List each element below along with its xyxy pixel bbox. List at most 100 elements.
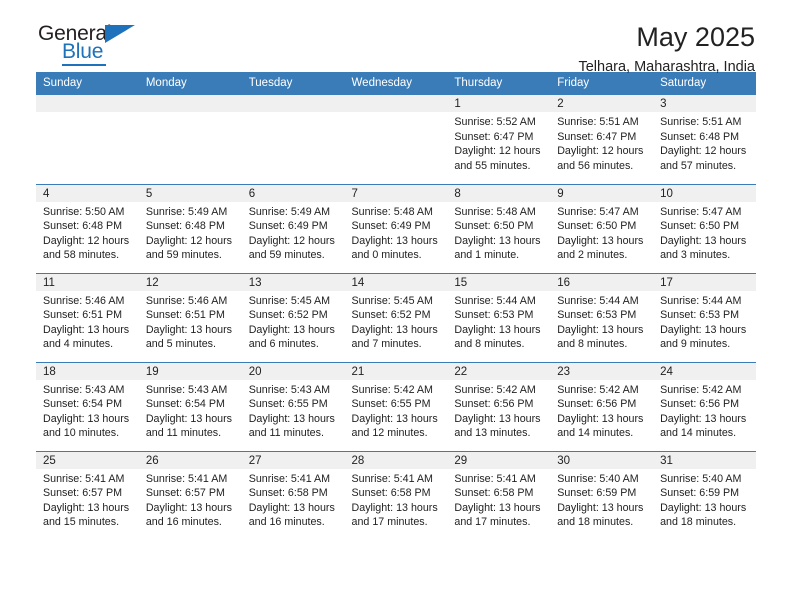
daylight-text: and 0 minutes. — [351, 249, 422, 262]
sunrise-text: Sunrise: 5:52 AM — [454, 116, 536, 128]
calendar-day-cell[interactable]: 3 Sunrise: 5:51 AM Sunset: 6:48 PM Daylight… — [653, 95, 756, 184]
calendar-day-cell[interactable]: 28 Sunrise: 5:41 AM Sunset: 6:58 PM Dayligh… — [344, 450, 448, 540]
calendar-week-row: 1 Sunrise: 5:52 AM Sunset: 6:47 PM Daylight… — [36, 95, 756, 184]
daylight-text: and 10 minutes. — [43, 427, 120, 440]
calendar-day-cell[interactable]: 23 Sunrise: 5:42 AM Sunset: 6:56 PM Dayligh… — [550, 361, 654, 451]
sunset-text: Sunset: 6:55 PM — [248, 398, 328, 411]
sunrise-text: Sunrise: 5:45 AM — [248, 294, 331, 307]
sunrise-text: Sunrise: 5:48 AM — [454, 205, 536, 218]
sunset-text: Sunset: 6:47 PM — [557, 130, 637, 143]
day-number — [138, 95, 242, 112]
day-number: 24 — [653, 362, 756, 380]
calendar-day-cell[interactable]: 6 Sunrise: 5:49 AM Sunset: 6:49 PM Daylight… — [241, 183, 345, 273]
calendar-day-cell[interactable]: 26 Sunrise: 5:41 AM Sunset: 6:57 PM Dayligh… — [138, 450, 242, 540]
daylight-text: Daylight: 13 hours — [660, 501, 747, 514]
sunrise-text: Sunrise: 5:42 AM — [557, 383, 639, 396]
day-details: Sunrise: 5:51 AM Sunset: 6:47 PM Daylight:… — [550, 112, 653, 173]
calendar-day-cell[interactable]: 9 Sunrise: 5:47 AM Sunset: 6:50 PM Daylight… — [550, 183, 654, 273]
day-details: Sunrise: 5:47 AM Sunset: 6:50 PM Daylight:… — [550, 202, 653, 263]
calendar-day-cell[interactable]: 11 Sunrise: 5:46 AM Sunset: 6:51 PM Dayligh… — [36, 272, 139, 362]
sunset-text: Sunset: 6:49 PM — [351, 220, 431, 233]
sunset-text: Sunset: 6:54 PM — [43, 398, 123, 411]
calendar-day-cell[interactable]: 24 Sunrise: 5:42 AM Sunset: 6:56 PM Dayligh… — [653, 361, 756, 451]
daylight-text: and 59 minutes. — [248, 249, 325, 262]
sunset-text: Sunset: 6:57 PM — [145, 487, 225, 500]
calendar-day-cell[interactable]: 17 Sunrise: 5:44 AM Sunset: 6:53 PM Dayligh… — [653, 272, 756, 362]
weekday-header-sunday: Sunday — [36, 72, 139, 95]
calendar-day-cell[interactable]: 5 Sunrise: 5:49 AM Sunset: 6:48 PM Daylight… — [138, 183, 242, 273]
general-blue-logo[interactable]: General Blue — [36, 22, 156, 70]
calendar-day-cell[interactable]: 2 Sunrise: 5:51 AM Sunset: 6:47 PM Daylight… — [550, 95, 654, 184]
calendar-day-cell[interactable]: 18 Sunrise: 5:43 AM Sunset: 6:54 PM Dayligh… — [36, 361, 139, 451]
day-details: Sunrise: 5:52 AM Sunset: 6:47 PM Daylight:… — [447, 112, 550, 173]
daylight-text: and 4 minutes. — [43, 338, 114, 351]
calendar-day-cell[interactable]: 27 Sunrise: 5:41 AM Sunset: 6:58 PM Dayligh… — [241, 450, 345, 540]
calendar-day-cell[interactable]: 20 Sunrise: 5:43 AM Sunset: 6:55 PM Dayligh… — [241, 361, 345, 451]
calendar-day-cell[interactable]: 1 Sunrise: 5:52 AM Sunset: 6:47 PM Daylight… — [447, 95, 551, 184]
day-number: 23 — [550, 362, 654, 380]
sunrise-text: Sunrise: 5:50 AM — [43, 205, 125, 218]
calendar-day-cell[interactable]: 29 Sunrise: 5:41 AM Sunset: 6:58 PM Dayligh… — [447, 450, 551, 540]
sunrise-text: Sunrise: 5:46 AM — [43, 294, 125, 307]
daylight-text: and 11 minutes. — [248, 427, 324, 440]
day-details: Sunrise: 5:41 AM Sunset: 6:58 PM Daylight:… — [447, 469, 550, 530]
sunset-text: Sunset: 6:56 PM — [660, 398, 740, 411]
sunset-text: Sunset: 6:51 PM — [43, 309, 123, 322]
daylight-text: Daylight: 13 hours — [557, 501, 644, 514]
daylight-text: and 17 minutes. — [454, 516, 531, 529]
sunset-text: Sunset: 6:52 PM — [248, 309, 328, 322]
calendar-day-cell[interactable]: 12 Sunrise: 5:46 AM Sunset: 6:51 PM Dayligh… — [138, 272, 242, 362]
calendar-day-cell[interactable]: 13 Sunrise: 5:45 AM Sunset: 6:52 PM Dayligh… — [241, 272, 345, 362]
day-details: Sunrise: 5:45 AM Sunset: 6:52 PM Daylight:… — [242, 291, 345, 352]
daylight-text: and 8 minutes. — [454, 338, 525, 351]
sunrise-text: Sunrise: 5:43 AM — [248, 383, 331, 396]
sunrise-text: Sunrise: 5:46 AM — [145, 294, 228, 307]
daylight-text: Daylight: 13 hours — [248, 501, 335, 514]
day-details: Sunrise: 5:43 AM Sunset: 6:55 PM Daylight:… — [242, 380, 345, 441]
daylight-text: and 15 minutes. — [43, 516, 120, 529]
day-number: 12 — [138, 273, 242, 291]
calendar-day-cell[interactable]: 16 Sunrise: 5:44 AM Sunset: 6:53 PM Dayligh… — [550, 272, 654, 362]
calendar-day-cell[interactable]: 15 Sunrise: 5:44 AM Sunset: 6:53 PM Dayligh… — [447, 272, 551, 362]
day-details: Sunrise: 5:40 AM Sunset: 6:59 PM Daylight:… — [550, 469, 653, 530]
sunrise-text: Sunrise: 5:47 AM — [660, 205, 742, 218]
daylight-text: and 18 minutes. — [660, 516, 737, 529]
day-details — [36, 112, 139, 115]
calendar-day-cell[interactable]: 10 Sunrise: 5:47 AM Sunset: 6:50 PM Dayligh… — [653, 183, 756, 273]
sunrise-text: Sunrise: 5:51 AM — [557, 116, 639, 128]
day-number: 6 — [241, 184, 345, 202]
logo-underline — [62, 64, 106, 66]
calendar-day-cell[interactable]: 8 Sunrise: 5:48 AM Sunset: 6:50 PM Daylight… — [447, 183, 551, 273]
calendar-day-cell[interactable]: 31 Sunrise: 5:40 AM Sunset: 6:59 PM Dayligh… — [653, 450, 756, 540]
day-number: 13 — [241, 273, 345, 291]
daylight-text: and 5 minutes. — [145, 338, 216, 351]
sunrise-text: Sunrise: 5:41 AM — [43, 472, 125, 485]
calendar-day-cell[interactable]: 22 Sunrise: 5:42 AM Sunset: 6:56 PM Dayligh… — [447, 361, 551, 451]
calendar-day-cell[interactable]: 7 Sunrise: 5:48 AM Sunset: 6:49 PM Daylight… — [344, 183, 448, 273]
sunset-text: Sunset: 6:50 PM — [557, 220, 637, 233]
day-details: Sunrise: 5:41 AM Sunset: 6:58 PM Daylight:… — [345, 469, 448, 530]
month-calendar: Sunday Monday Tuesday Wednesday Thursday Frid… — [36, 72, 756, 540]
sunset-text: Sunset: 6:58 PM — [351, 487, 431, 500]
sunrise-text: Sunrise: 5:42 AM — [454, 383, 536, 396]
daylight-text: Daylight: 13 hours — [454, 234, 541, 247]
calendar-day-cell[interactable]: 30 Sunrise: 5:40 AM Sunset: 6:59 PM Dayligh… — [550, 450, 654, 540]
day-number: 16 — [550, 273, 654, 291]
calendar-day-cell[interactable]: 19 Sunrise: 5:43 AM Sunset: 6:54 PM Dayligh… — [138, 361, 242, 451]
calendar-day-cell[interactable]: 21 Sunrise: 5:42 AM Sunset: 6:55 PM Dayligh… — [344, 361, 448, 451]
day-number: 25 — [36, 451, 139, 469]
day-number: 18 — [36, 362, 139, 380]
calendar-day-cell[interactable]: 4 Sunrise: 5:50 AM Sunset: 6:48 PM Daylight… — [36, 183, 139, 273]
daylight-text: and 58 minutes. — [43, 249, 120, 262]
sunset-text: Sunset: 6:56 PM — [454, 398, 534, 411]
sunrise-text: Sunrise: 5:40 AM — [660, 472, 742, 485]
day-number: 5 — [138, 184, 242, 202]
calendar-day-cell[interactable]: 14 Sunrise: 5:45 AM Sunset: 6:52 PM Dayligh… — [344, 272, 448, 362]
sunset-text: Sunset: 6:56 PM — [557, 398, 637, 411]
calendar-day-cell[interactable]: 25 Sunrise: 5:41 AM Sunset: 6:57 PM Dayligh… — [36, 450, 139, 540]
sunrise-text: Sunrise: 5:42 AM — [351, 383, 433, 396]
day-details: Sunrise: 5:40 AM Sunset: 6:59 PM Daylight:… — [653, 469, 756, 530]
daylight-text: Daylight: 13 hours — [454, 501, 541, 514]
daylight-text: and 1 minute. — [454, 249, 520, 262]
daylight-text: and 14 minutes. — [660, 427, 737, 440]
